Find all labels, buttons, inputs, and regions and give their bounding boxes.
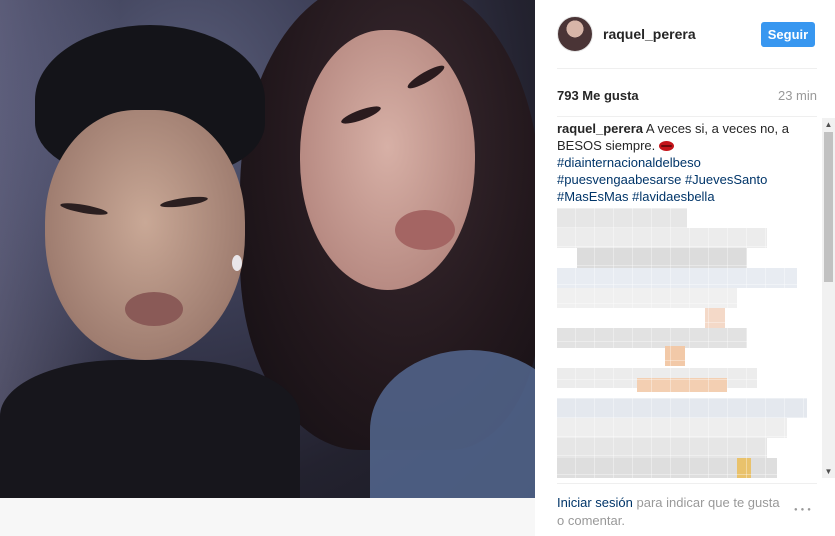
caption: raquel_perera A veces si, a veces no, a … [557, 120, 819, 205]
hashtag-link[interactable]: #puesvengaabesarse [557, 172, 681, 187]
lips-kiss-icon [658, 140, 674, 151]
scroll-up-arrow-icon[interactable]: ▲ [822, 118, 835, 131]
hashtag-link[interactable]: #lavidaesbella [632, 189, 714, 204]
avatar[interactable] [557, 16, 593, 52]
photo-man-lips [125, 292, 183, 326]
hashtag-link[interactable]: #MasEsMas [557, 189, 629, 204]
likes-divider [557, 116, 817, 117]
photo-bottom-strip [0, 498, 535, 536]
follow-button[interactable]: Seguir [761, 22, 815, 47]
photo-man-shirt [0, 360, 300, 498]
scroll-down-arrow-icon[interactable]: ▼ [822, 465, 835, 478]
photo-woman-face [300, 30, 475, 290]
hashtag-link[interactable]: #JuevesSanto [685, 172, 767, 187]
hashtag-link[interactable]: #diainternacionaldelbeso [557, 155, 701, 170]
photo-woman-lips [395, 210, 455, 250]
likes-count[interactable]: 793 Me gusta [557, 88, 639, 103]
likes-row: 793 Me gusta 23 min [557, 88, 817, 103]
pixel-grid-overlay [557, 208, 819, 478]
pixelated-comments [557, 208, 819, 478]
more-options-icon[interactable]: ●●● [794, 507, 814, 513]
comments-list: raquel_perera A veces si, a veces no, a … [557, 120, 819, 480]
comments-divider [557, 483, 817, 484]
photo-earring [232, 255, 242, 271]
scrollbar-thumb[interactable] [824, 132, 833, 282]
header-username[interactable]: raquel_perera [603, 26, 696, 42]
post-side-panel: raquel_perera Seguir 793 Me gusta 23 min… [535, 0, 835, 536]
post-photo[interactable] [0, 0, 535, 498]
post-time[interactable]: 23 min [778, 88, 817, 103]
comments-scrollbar[interactable]: ▲ ▼ [822, 118, 835, 478]
caption-username[interactable]: raquel_perera [557, 121, 643, 136]
login-link[interactable]: Iniciar sesión [557, 495, 633, 510]
post-header: raquel_perera Seguir [557, 14, 817, 54]
login-prompt: Iniciar sesión para indicar que te gusta… [557, 494, 787, 530]
header-divider [557, 68, 817, 69]
